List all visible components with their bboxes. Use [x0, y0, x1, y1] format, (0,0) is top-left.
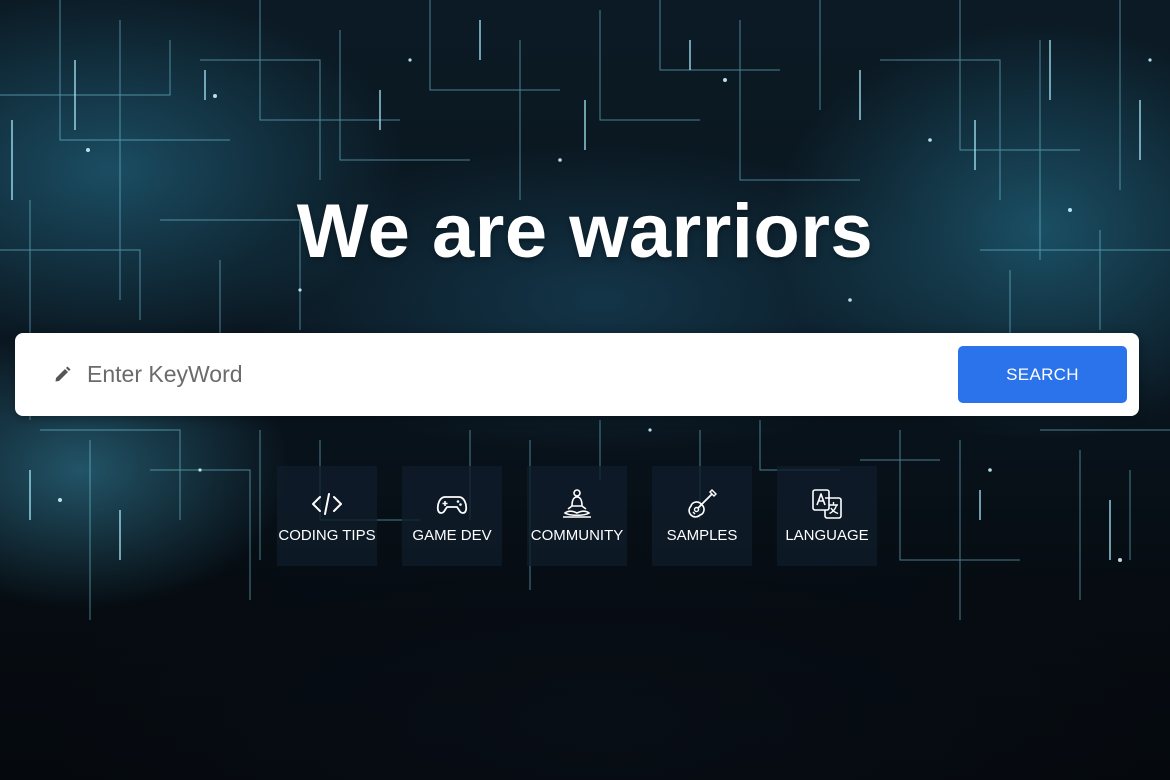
category-label: SAMPLES: [666, 527, 738, 544]
gamepad-icon: [436, 496, 468, 514]
category-label: LANGUAGE: [785, 527, 869, 544]
category-coding-tips[interactable]: CODING TIPS: [277, 466, 377, 566]
category-samples[interactable]: SAMPLES: [652, 466, 752, 566]
category-label: CODING TIPS: [278, 527, 376, 544]
page-title: We are warriors: [296, 189, 874, 274]
search-input[interactable]: [87, 356, 937, 392]
code-icon: [312, 493, 342, 515]
category-game-dev[interactable]: GAME DEV: [402, 466, 502, 566]
category-label: GAME DEV: [412, 527, 492, 544]
hero-section: We are warriors SEARCH CODING TIPS GAME …: [0, 0, 1170, 780]
meditation-icon: [563, 489, 591, 518]
category-community[interactable]: COMMUNITY: [527, 466, 627, 566]
guitar-icon: [688, 489, 717, 518]
search-button[interactable]: SEARCH: [958, 346, 1127, 403]
category-label: COMMUNITY: [530, 527, 624, 544]
pencil-icon: [55, 366, 71, 382]
category-list: CODING TIPS GAME DEV COMMUNITY SAMPLES L…: [277, 466, 887, 566]
translate-icon: [812, 489, 842, 519]
category-language[interactable]: LANGUAGE: [777, 466, 877, 566]
